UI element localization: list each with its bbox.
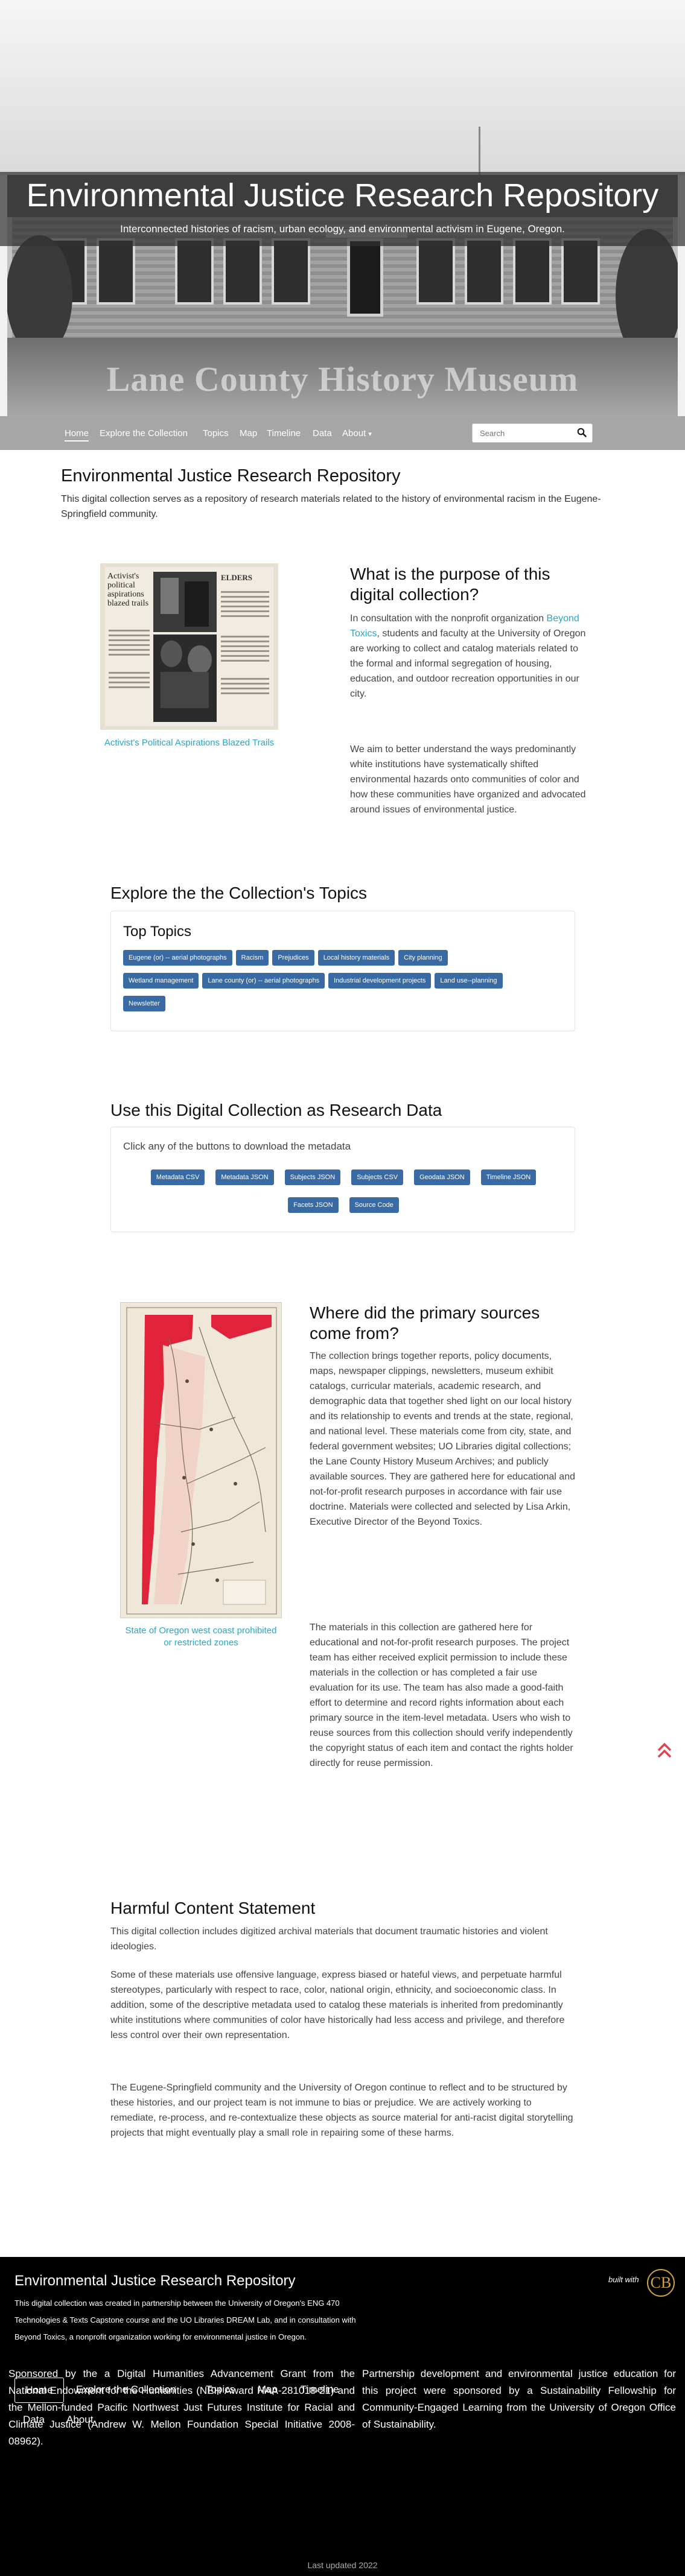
sponsor-section: Sponsored by the a Digital Humanities Ad… [0, 2358, 685, 2576]
footer-title: Environmental Justice Research Repositor… [14, 2273, 296, 2289]
download-button[interactable]: Facets JSON [288, 1197, 339, 1213]
chevron-double-up-icon [657, 1742, 672, 1758]
download-button[interactable]: Subjects CSV [351, 1169, 404, 1185]
building-window [97, 238, 135, 305]
download-button[interactable]: Subjects JSON [284, 1169, 341, 1185]
building-window [416, 238, 455, 305]
sources-paragraph-1: The collection brings together reports, … [310, 1351, 575, 1527]
topics-row: Eugene (or) -- aerial photographs Racism P… [123, 950, 570, 973]
sources-paragraph-2: The materials in this collection are gat… [310, 1622, 573, 1768]
harmful-heading: Harmful Content Statement [110, 1899, 316, 1917]
nav-explore-collection[interactable]: Explore the Collection [100, 428, 188, 438]
top-topics-title: Top Topics [123, 923, 191, 940]
purpose-p1-start: In consultation with the nonprofit organ… [350, 613, 547, 624]
topic-pill[interactable]: Racism [235, 950, 269, 966]
purpose-heading: What is the purpose of this digital coll… [350, 565, 550, 604]
topic-pill[interactable]: Industrial development projects [328, 973, 432, 989]
map-caption-link[interactable]: State of Oregon west coast prohibited or… [120, 1625, 282, 1649]
data-heading: Use this Digital Collection as Research … [110, 1101, 442, 1119]
purpose-paragraph-1: In consultation with the nonprofit organ… [350, 611, 591, 701]
harmful-paragraph-3: The Eugene-Springfield community and the… [110, 2083, 573, 2138]
sponsor-right-text: Partnership development and environmenta… [362, 2368, 676, 2430]
oregon-map-image[interactable] [120, 1302, 282, 1618]
download-button[interactable]: Metadata CSV [150, 1169, 205, 1185]
data-buttons-row-2: Facets JSON Source Code [111, 1197, 576, 1213]
topic-pill[interactable]: Eugene (or) -- aerial photographs [123, 950, 232, 966]
purpose-p1-end: , students and faculty at the University… [350, 628, 586, 699]
data-buttons-row-1: Metadata CSV Metadata JSON Subjects JSON Su… [111, 1169, 576, 1185]
top-topics-card: Top Topics Eugene (or) -- aerial photogr… [110, 911, 575, 1031]
topics-row: Wetland management Lane county (or) -- ae… [123, 973, 570, 996]
clipping-illustration: ELDERS Activist's political aspirations … [100, 563, 278, 730]
sources-heading: Where did the primary sources come from? [310, 1303, 540, 1343]
hero-sky [0, 0, 685, 181]
search-button[interactable] [573, 426, 589, 440]
newspaper-clipping-image[interactable]: ELDERS Activist's political aspirations … [100, 563, 278, 730]
clipping-masthead: ELDERS [221, 573, 252, 582]
topic-pill[interactable]: Lane county (or) -- aerial photographs [202, 973, 325, 989]
topics-heading: Explore the the Collection's Topics [110, 884, 368, 902]
harmful-paragraph-1: This digital collection includes digitiz… [110, 1926, 548, 1952]
nav-home[interactable]: Home [65, 428, 89, 441]
building-window [561, 238, 600, 305]
data-download-card: Click any of the buttons to download the… [110, 1127, 575, 1232]
chevron-down-icon: ▾ [368, 431, 372, 438]
site-title: Environmental Justice Research Repositor… [26, 177, 659, 214]
topic-pill[interactable]: Wetland management [123, 973, 199, 989]
nav-topics[interactable]: Topics [203, 428, 229, 438]
hero-banner: Environmental Justice Research Repositor… [0, 0, 685, 416]
building-window [465, 238, 503, 305]
intro-text: This digital collection serves as a repo… [61, 494, 601, 519]
back-to-top-button[interactable] [657, 1741, 672, 1760]
topics-pill-group: Eugene (or) -- aerial photographs Racism P… [123, 950, 570, 1019]
topic-pill[interactable]: Newsletter [123, 996, 165, 1011]
copyright-text: Last updated 2022 [307, 2560, 378, 2570]
download-button[interactable]: Geodata JSON [414, 1169, 470, 1185]
topic-pill[interactable]: Prejudices [272, 950, 314, 966]
purpose-paragraph-2: We aim to better understand the ways pre… [350, 744, 586, 815]
harmful-paragraph-2: Some of these materials use offensive la… [110, 1970, 565, 2040]
nav-about-label: About [342, 428, 366, 438]
topic-pill[interactable]: City planning [398, 950, 448, 966]
building-window [175, 238, 214, 305]
search-icon [577, 428, 587, 437]
data-instruction: Click any of the buttons to download the… [123, 1141, 351, 1152]
map-illustration [121, 1303, 281, 1618]
collectionbuilder-logo[interactable]: CB [647, 2269, 675, 2297]
topics-row: Newsletter [123, 996, 570, 1019]
nav-timeline[interactable]: Timeline [267, 428, 301, 438]
nav-about[interactable]: About ▾ [342, 428, 372, 438]
nav-map[interactable]: Map [240, 428, 257, 438]
site-tagline: Interconnected histories of racism, urba… [120, 223, 565, 235]
building-window [272, 238, 310, 305]
sponsor-left-text: Sponsored by the a Digital Humanities Ad… [8, 2368, 355, 2447]
nav-data[interactable]: Data [313, 428, 332, 438]
page-title: Environmental Justice Research Repositor… [61, 466, 401, 486]
building-window [223, 238, 262, 305]
clipping-caption-link[interactable]: Activist's Political Aspirations Blazed … [100, 738, 278, 748]
building-door [347, 238, 383, 317]
download-button[interactable]: Metadata JSON [215, 1169, 274, 1185]
download-button[interactable]: Source Code [349, 1197, 399, 1213]
building-window [513, 238, 552, 305]
topic-pill[interactable]: Local history materials [317, 950, 395, 966]
photo-watermark: Lane County History Museum [106, 359, 579, 399]
footer-description: This digital collection was created in p… [14, 2299, 356, 2341]
built-with-label: built with [608, 2275, 639, 2284]
topic-pill[interactable]: Land use--planning [435, 973, 503, 989]
download-button[interactable]: Timeline JSON [480, 1169, 537, 1185]
clipping-headline: Activist's political aspirations blazed … [107, 572, 149, 608]
